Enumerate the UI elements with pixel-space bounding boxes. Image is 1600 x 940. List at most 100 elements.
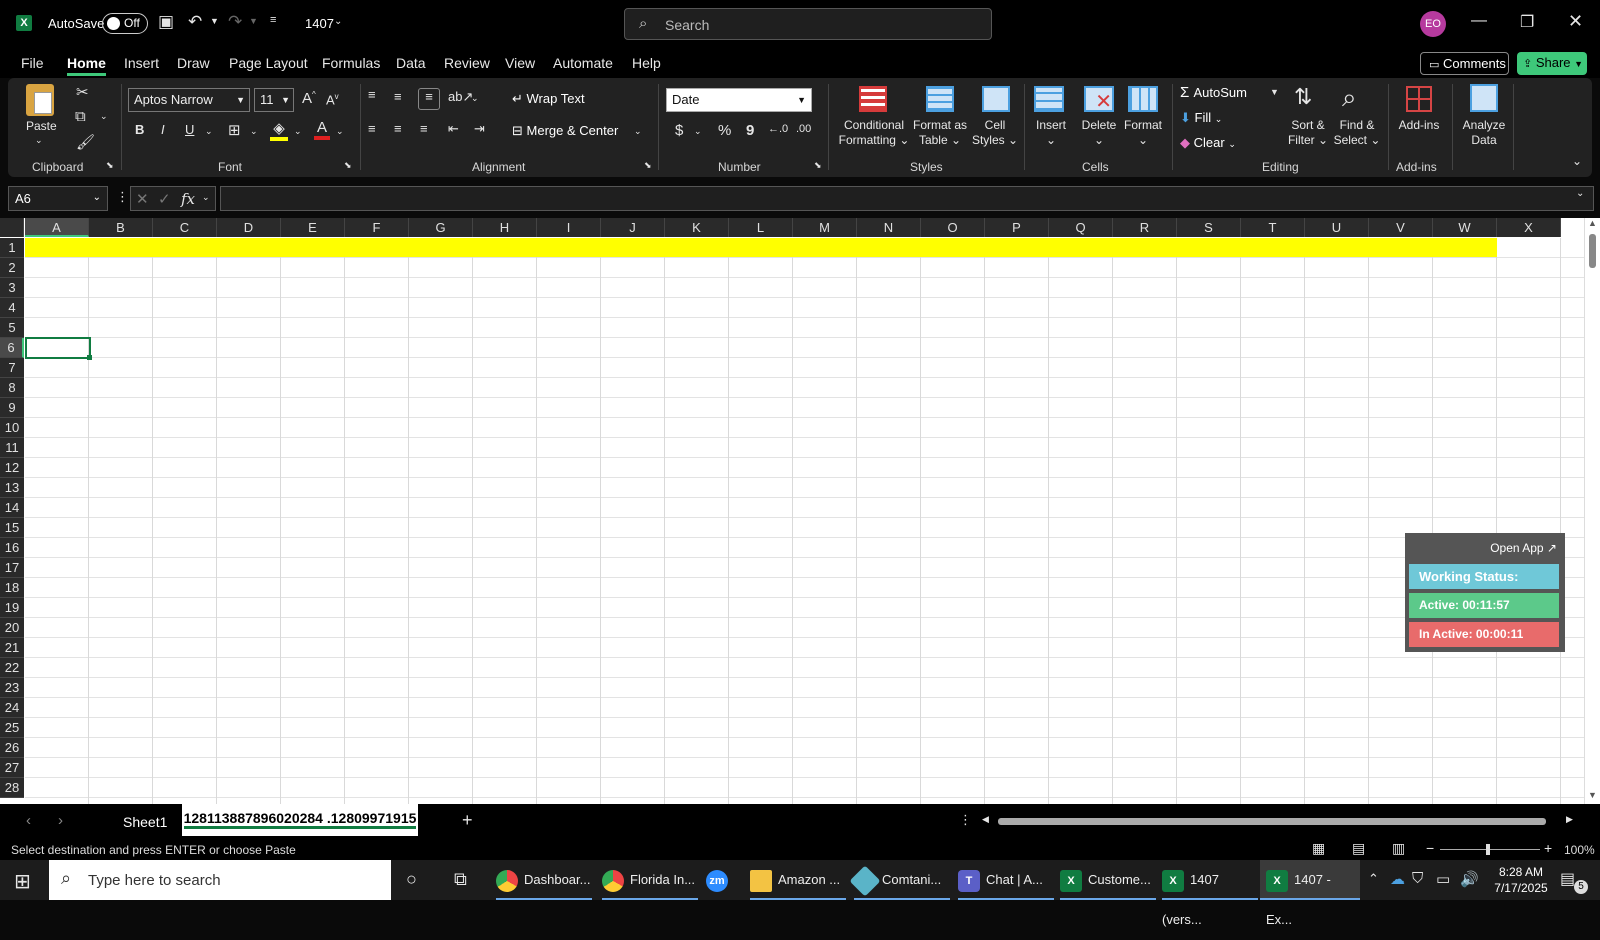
borders-dropdown-icon[interactable]: ⌄ (250, 126, 258, 137)
row-header-22[interactable]: 22 (0, 658, 24, 678)
tray-chevron-icon[interactable]: ⌃ (1368, 871, 1379, 887)
copy-dropdown-icon[interactable]: ⌄ (100, 111, 108, 122)
row-header-10[interactable]: 10 (0, 418, 24, 438)
row-header-24[interactable]: 24 (0, 698, 24, 718)
taskbar-app-teams[interactable]: T Chat | A... (958, 860, 1054, 900)
tab-automate[interactable]: Automate (553, 55, 613, 71)
column-header-w[interactable]: W (1433, 218, 1497, 237)
tab-home[interactable]: Home (67, 55, 106, 76)
column-header-r[interactable]: R (1113, 218, 1177, 237)
formula-input[interactable] (220, 186, 1594, 211)
network-icon[interactable]: ▭ (1436, 870, 1450, 888)
format-as-table-button[interactable]: Format as Table ⌄ (908, 118, 972, 148)
page-break-view-icon[interactable]: ▥ (1392, 840, 1405, 857)
save-icon[interactable]: ▣ (158, 12, 174, 32)
merge-dropdown-icon[interactable]: ⌄ (634, 126, 642, 137)
column-header-t[interactable]: T (1241, 218, 1305, 237)
column-header-l[interactable]: L (729, 218, 793, 237)
undo-icon[interactable]: ↶ (188, 12, 202, 32)
row-header-15[interactable]: 15 (0, 518, 24, 538)
cell-styles-button[interactable]: Cell Styles ⌄ (970, 118, 1020, 148)
row-header-28[interactable]: 28 (0, 778, 24, 798)
vertical-scrollbar[interactable]: ▲ ▼ (1584, 218, 1600, 804)
row-header-4[interactable]: 4 (0, 298, 24, 318)
volume-icon[interactable]: 🔊 (1460, 870, 1479, 888)
currency-icon[interactable]: $ (675, 122, 683, 139)
zoom-level[interactable]: 100% (1564, 843, 1595, 857)
row-header-7[interactable]: 7 (0, 358, 24, 378)
close-icon[interactable]: ✕ (1568, 11, 1583, 32)
row-header-26[interactable]: 26 (0, 738, 24, 758)
row-header-27[interactable]: 27 (0, 758, 24, 778)
cortana-icon[interactable]: ○ (406, 869, 417, 890)
comma-icon[interactable]: 9 (746, 122, 754, 139)
addins-button[interactable]: Add-ins (1394, 118, 1444, 133)
fill-color-icon[interactable]: ◈ (270, 119, 288, 141)
tab-draw[interactable]: Draw (177, 55, 210, 71)
onedrive-icon[interactable]: ☁ (1390, 870, 1405, 888)
italic-button[interactable]: I (161, 122, 165, 137)
row-header-11[interactable]: 11 (0, 438, 24, 458)
merge-center-button[interactable]: ⊟ Merge & Center (512, 123, 618, 139)
taskbar-app-chrome-florida[interactable]: Florida In... (602, 860, 698, 900)
sheet-tab-sheet1[interactable]: Sheet1 (123, 814, 167, 830)
column-header-q[interactable]: Q (1049, 218, 1113, 237)
orientation-dropdown-icon[interactable]: ⌄ (471, 93, 479, 104)
sort-filter-button[interactable]: Sort & Filter ⌄ (1284, 118, 1332, 148)
number-format-dropdown[interactable]: Date ▼ (666, 88, 812, 112)
horizontal-scroll-thumb[interactable] (998, 818, 1546, 825)
column-header-b[interactable]: B (89, 218, 153, 237)
redo-icon[interactable]: ↷ (228, 12, 242, 32)
row-header-25[interactable]: 25 (0, 718, 24, 738)
find-select-button[interactable]: Find & Select ⌄ (1332, 118, 1382, 148)
sheet-options-icon[interactable]: ⋮ (959, 812, 972, 828)
column-header-c[interactable]: C (153, 218, 217, 237)
collapse-ribbon-icon[interactable]: ⌄ (1572, 154, 1582, 168)
normal-view-icon[interactable]: ▦ (1312, 840, 1325, 857)
column-header-x[interactable]: X (1497, 218, 1561, 237)
decrease-indent-icon[interactable]: ⇤ (448, 121, 459, 137)
row-header-6[interactable]: 6 (0, 338, 24, 358)
minimize-icon[interactable]: — (1471, 12, 1487, 30)
orientation-icon[interactable]: ab↗ (448, 89, 473, 105)
row-header-17[interactable]: 17 (0, 558, 24, 578)
insert-cells-button[interactable]: Insert ⌄ (1028, 118, 1074, 148)
taskbar-app-excel-active[interactable]: X 1407 - Ex... (1260, 860, 1360, 927)
row-header-2[interactable]: 2 (0, 258, 24, 278)
zoom-out-icon[interactable]: − (1426, 840, 1434, 856)
analyze-data-button[interactable]: Analyze Data (1458, 118, 1510, 148)
taskbar-app-excel-customer[interactable]: X Custome... (1060, 860, 1156, 900)
decrease-decimal-icon[interactable]: .00 (796, 123, 811, 135)
prev-sheet-icon[interactable]: ‹ (26, 812, 31, 829)
paste-icon[interactable] (26, 84, 54, 116)
bold-button[interactable]: B (135, 122, 144, 137)
conditional-formatting-button[interactable]: Conditional Formatting ⌄ (830, 118, 918, 148)
tab-help[interactable]: Help (632, 55, 661, 71)
comments-button[interactable]: ▭ Comments (1420, 52, 1509, 75)
enter-icon[interactable]: ✓ (158, 190, 171, 208)
row-header-13[interactable]: 13 (0, 478, 24, 498)
filename-chevron-icon[interactable]: ⌄ (334, 16, 342, 27)
security-tray-icon[interactable]: ⛉ (1412, 870, 1423, 887)
column-header-j[interactable]: J (601, 218, 665, 237)
delete-cells-button[interactable]: Delete ⌄ (1076, 118, 1122, 148)
restore-icon[interactable]: ❐ (1520, 12, 1534, 32)
row-header-12[interactable]: 12 (0, 458, 24, 478)
taskbar-app-chrome-dashboard[interactable]: Dashboar... (496, 860, 592, 900)
taskbar-app-comtani[interactable]: Comtani... (849, 860, 950, 900)
column-header-o[interactable]: O (921, 218, 985, 237)
next-sheet-icon[interactable]: › (58, 812, 63, 829)
worksheet-grid[interactable]: ABCDEFGHIJKLMNOPQRSTUVWX 1 2 3 4 5 6 7 8 9 10 11 12… (0, 218, 1600, 804)
decrease-font-icon[interactable]: Av (326, 92, 339, 107)
column-header-f[interactable]: F (345, 218, 409, 237)
column-header-k[interactable]: K (665, 218, 729, 237)
row-header-3[interactable]: 3 (0, 278, 24, 298)
align-center-icon[interactable]: ≡ (394, 121, 402, 136)
clear-button[interactable]: ◆ Clear ⌄ (1180, 135, 1236, 151)
font-name-dropdown[interactable]: Aptos Narrow ▼ (128, 88, 250, 112)
cancel-icon[interactable]: ✕ (136, 190, 149, 208)
clock[interactable]: 8:28 AM 7/17/2025 (1488, 864, 1554, 896)
row-header-20[interactable]: 20 (0, 618, 24, 638)
format-cells-button[interactable]: Format ⌄ (1120, 118, 1166, 148)
column-header-s[interactable]: S (1177, 218, 1241, 237)
